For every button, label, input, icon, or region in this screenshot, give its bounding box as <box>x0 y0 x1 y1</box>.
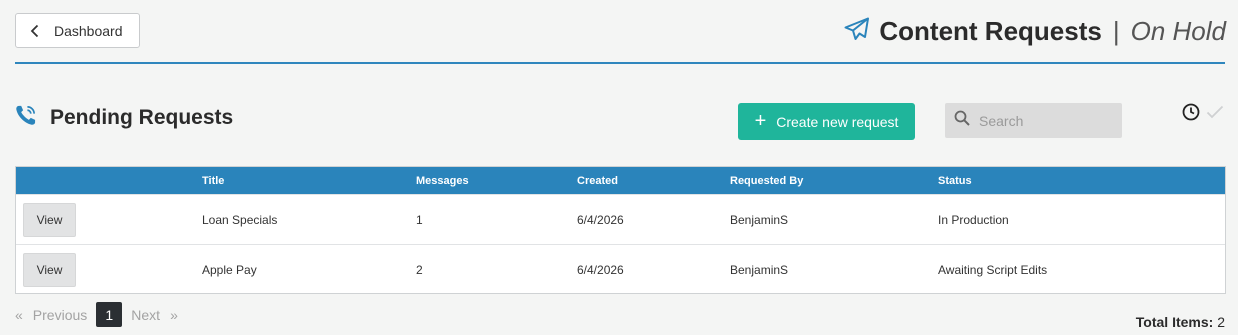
phone-icon <box>14 104 37 132</box>
table-row: View Apple Pay 2 6/4/2026 BenjaminS Awai… <box>16 244 1225 294</box>
column-header-title[interactable]: Title <box>202 175 224 187</box>
cell-title: Apple Pay <box>202 263 257 277</box>
page-title: Content Requests | On Hold <box>844 12 1226 50</box>
page-title-main: Content Requests <box>879 15 1102 46</box>
cell-messages: 1 <box>416 213 423 227</box>
search-icon <box>954 110 970 131</box>
column-header-requested-by[interactable]: Requested By <box>730 175 803 187</box>
cell-requested-by: BenjaminS <box>730 213 789 227</box>
cell-status: Awaiting Script Edits <box>938 263 1048 277</box>
section-title: Pending Requests <box>50 106 234 129</box>
create-request-button[interactable]: + Create new request <box>738 103 915 140</box>
paper-plane-icon <box>844 17 870 46</box>
header-divider <box>15 62 1225 64</box>
view-button[interactable]: View <box>23 253 76 287</box>
view-button[interactable]: View <box>23 203 76 237</box>
table-header: Title Messages Created Requested By Stat… <box>16 167 1225 194</box>
total-items-value: 2 <box>1217 314 1225 330</box>
cell-requested-by: BenjaminS <box>730 263 789 277</box>
table-row: View Loan Specials 1 6/4/2026 BenjaminS … <box>16 194 1225 244</box>
cell-created: 6/4/2026 <box>577 263 624 277</box>
create-request-label: Create new request <box>776 113 899 130</box>
column-header-status[interactable]: Status <box>938 175 972 187</box>
requests-table: Title Messages Created Requested By Stat… <box>15 166 1226 294</box>
cell-title: Loan Specials <box>202 213 278 227</box>
toolbar-icons <box>1182 103 1224 126</box>
cell-status: In Production <box>938 213 1009 227</box>
dashboard-back-label: Dashboard <box>54 22 123 39</box>
total-items-label: Total Items: <box>1135 314 1214 330</box>
page-title-separator: | <box>1112 15 1120 46</box>
plus-icon: + <box>754 109 767 132</box>
previous-page-link[interactable]: Previous <box>33 307 87 323</box>
cell-created: 6/4/2026 <box>577 213 624 227</box>
column-header-created[interactable]: Created <box>577 175 618 187</box>
current-page[interactable]: 1 <box>96 302 123 327</box>
section-header: Pending Requests <box>14 104 233 132</box>
chevron-left-icon <box>16 24 54 38</box>
clock-icon[interactable] <box>1182 103 1200 126</box>
total-items: Total Items: 2 <box>1136 314 1225 330</box>
check-icon[interactable] <box>1206 105 1224 124</box>
last-page-arrow[interactable]: » <box>170 307 178 323</box>
page-title-subtitle: On Hold <box>1130 15 1226 46</box>
cell-messages: 2 <box>416 263 423 277</box>
pagination: « Previous 1 Next » <box>15 302 178 327</box>
column-header-messages[interactable]: Messages <box>416 175 469 187</box>
first-page-arrow[interactable]: « <box>15 307 23 323</box>
search-box <box>945 103 1122 138</box>
search-input[interactable] <box>979 112 1109 129</box>
dashboard-back-button[interactable]: Dashboard <box>15 13 140 48</box>
next-page-link[interactable]: Next <box>131 307 160 323</box>
